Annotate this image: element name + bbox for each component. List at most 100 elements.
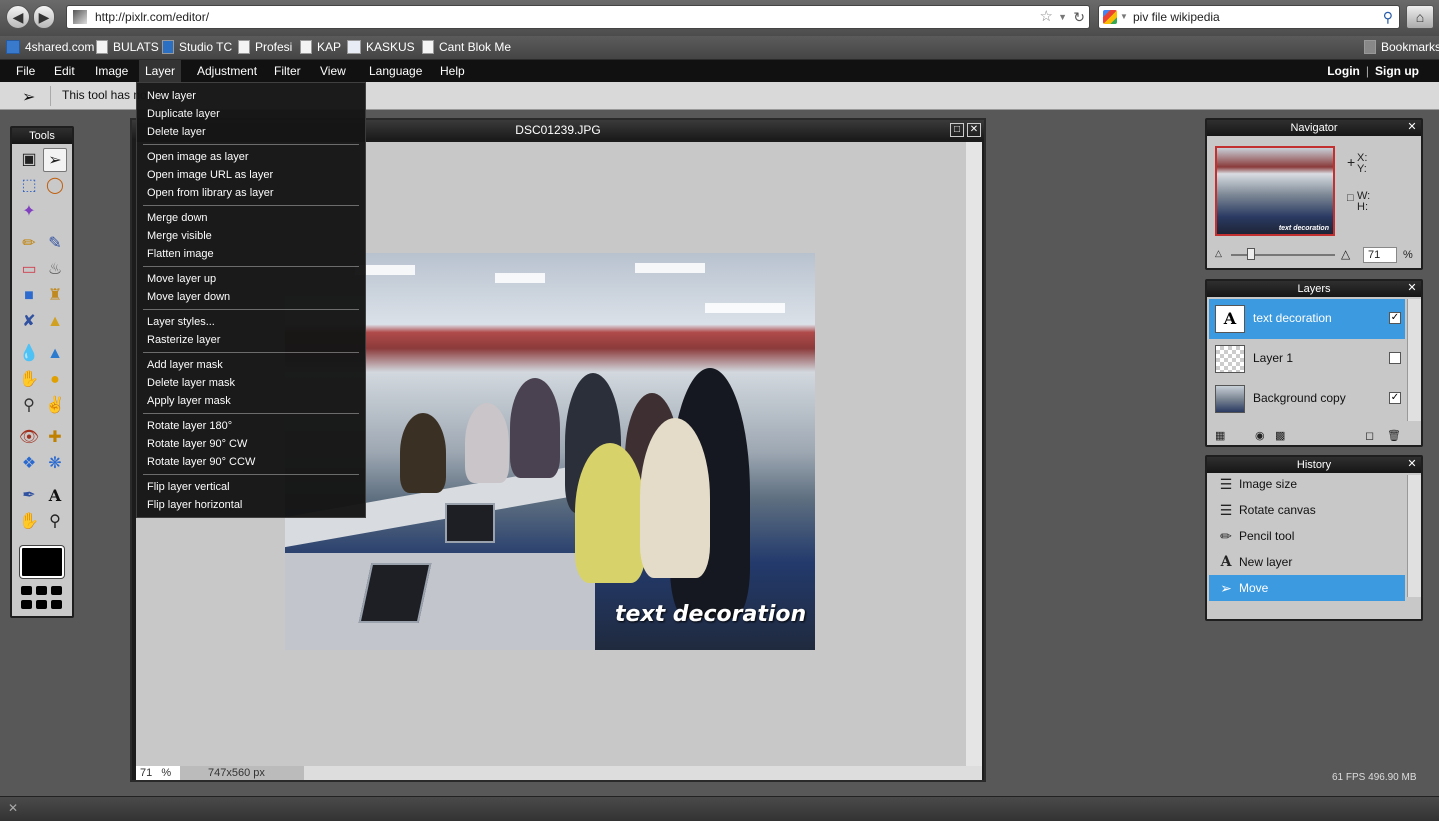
magic-wand-tool-icon[interactable]: ✦ xyxy=(17,200,41,224)
sponge-tool-icon[interactable]: ● xyxy=(43,368,67,392)
menu-adjustment[interactable]: Adjustment xyxy=(191,60,263,82)
history-item[interactable]: ✏ Pencil tool xyxy=(1209,523,1405,549)
menu-item-merge-down[interactable]: Merge down xyxy=(147,209,208,227)
home-button[interactable]: ⌂ xyxy=(1406,5,1434,29)
menu-item-open-image-as-layer[interactable]: Open image as layer xyxy=(147,148,249,166)
google-search-engine-icon[interactable] xyxy=(1103,10,1117,24)
menu-language[interactable]: Language xyxy=(363,60,428,82)
bookmarks-menu[interactable]: Bookmarks xyxy=(1364,40,1439,54)
menu-item-apply-layer-mask[interactable]: Apply layer mask xyxy=(147,392,231,410)
clone-stamp-tool-icon[interactable]: ♜ xyxy=(43,284,67,308)
menu-item-merge-visible[interactable]: Merge visible xyxy=(147,227,212,245)
close-icon[interactable]: ✕ xyxy=(8,801,18,815)
history-scrollbar[interactable] xyxy=(1407,475,1421,597)
reload-icon[interactable]: ↻ xyxy=(1073,6,1085,28)
paint-bucket-tool-icon[interactable]: ♨ xyxy=(43,258,67,282)
menu-file[interactable]: File xyxy=(10,60,41,82)
burn-tool-icon[interactable]: ✌ xyxy=(43,394,67,418)
menu-help[interactable]: Help xyxy=(434,60,471,82)
menu-item-rasterize-layer[interactable]: Rasterize layer xyxy=(147,331,220,349)
grid-dot[interactable] xyxy=(51,586,62,595)
zoom-slider-handle[interactable] xyxy=(1247,248,1255,260)
layer-style-icon[interactable]: ▩ xyxy=(1275,429,1285,442)
smudge-tool-icon[interactable]: ✋ xyxy=(17,368,41,392)
layer-mask-icon[interactable]: ◉ xyxy=(1255,429,1265,442)
red-eye-tool-icon[interactable]: 👁 xyxy=(17,426,41,450)
layer-visibility-checkbox[interactable] xyxy=(1389,352,1401,364)
blur-tool-icon[interactable]: 💧 xyxy=(17,342,41,366)
menu-image[interactable]: Image xyxy=(89,60,134,82)
navigator-thumbnail[interactable]: text decoration xyxy=(1215,146,1335,236)
layer-row-background-copy[interactable]: Background copy ✓ xyxy=(1209,379,1405,419)
bookmark-item[interactable]: BULATS xyxy=(96,40,159,54)
chevron-down-icon[interactable]: ▼ xyxy=(1120,6,1128,28)
navigator-zoom-input[interactable]: 71 xyxy=(1363,247,1397,263)
move-tool-icon[interactable]: ➢ xyxy=(43,148,67,172)
menu-edit[interactable]: Edit xyxy=(48,60,81,82)
gradient-tool-icon[interactable]: ■ xyxy=(17,284,41,308)
chevron-down-icon[interactable]: ▼ xyxy=(1058,6,1067,28)
menu-layer[interactable]: Layer xyxy=(139,60,182,82)
trash-icon[interactable]: 🗑 xyxy=(1387,429,1401,442)
history-item[interactable]: A New layer xyxy=(1209,549,1405,575)
star-bookmark-icon[interactable]: ☆ xyxy=(1040,6,1053,28)
pencil-tool-icon[interactable]: ✏ xyxy=(17,232,41,256)
color-replace-tool-icon[interactable]: ✘ xyxy=(17,310,41,334)
menu-item-new-layer[interactable]: New layer xyxy=(147,87,196,105)
menu-item-duplicate-layer[interactable]: Duplicate layer xyxy=(147,105,220,123)
menu-item-add-layer-mask[interactable]: Add layer mask xyxy=(147,356,223,374)
menu-item-delete-layer-mask[interactable]: Delete layer mask xyxy=(147,374,235,392)
drawing-tool-icon[interactable]: ▲ xyxy=(43,310,67,334)
history-item-selected[interactable]: ➢ Move xyxy=(1209,575,1405,601)
menu-item-rotate-layer-90-ccw[interactable]: Rotate layer 90° CCW xyxy=(147,453,255,471)
close-icon[interactable]: ✕ xyxy=(1406,121,1418,133)
pinch-tool-icon[interactable]: ❋ xyxy=(43,452,67,476)
menu-item-layer-styles[interactable]: Layer styles... xyxy=(147,313,215,331)
bookmark-item[interactable]: Studio TC xyxy=(162,40,232,54)
sharpen-tool-icon[interactable]: ▲ xyxy=(43,342,67,366)
hand-tool-icon[interactable]: ✋ xyxy=(17,510,41,534)
menu-filter[interactable]: Filter xyxy=(268,60,307,82)
search-icon[interactable]: ⚲ xyxy=(1383,6,1393,28)
menu-item-rotate-layer-180[interactable]: Rotate layer 180° xyxy=(147,417,232,435)
menu-item-delete-layer[interactable]: Delete layer xyxy=(147,123,206,141)
lasso-tool-icon[interactable]: ◯ xyxy=(43,174,67,198)
menu-item-open-image-url-as-layer[interactable]: Open image URL as layer xyxy=(147,166,273,184)
forward-button[interactable]: ▶ xyxy=(33,5,55,29)
brush-tool-icon[interactable]: ✎ xyxy=(43,232,67,256)
login-link[interactable]: Login xyxy=(1327,64,1360,78)
marquee-tool-icon[interactable]: ⬚ xyxy=(17,174,41,198)
grid-dot[interactable] xyxy=(51,600,62,609)
close-icon[interactable]: ✕ xyxy=(1406,458,1418,470)
search-input[interactable]: ▼ piv file wikipedia ⚲ xyxy=(1098,5,1400,29)
zoom-out-icon[interactable]: △ xyxy=(1215,248,1222,259)
dodge-tool-icon[interactable]: ⚲ xyxy=(17,394,41,418)
spot-heal-tool-icon[interactable]: ✚ xyxy=(43,426,67,450)
layer-row-layer-1[interactable]: Layer 1 xyxy=(1209,339,1405,379)
history-item[interactable]: ☰ Image size xyxy=(1209,471,1405,497)
menu-item-rotate-layer-90-cw[interactable]: Rotate layer 90° CW xyxy=(147,435,247,453)
zoom-tool-icon[interactable]: ⚲ xyxy=(43,510,67,534)
layers-scrollbar[interactable] xyxy=(1407,299,1421,421)
layer-row-text-decoration[interactable]: A text decoration ✓ xyxy=(1209,299,1405,339)
back-button[interactable]: ◀ xyxy=(6,5,30,29)
signup-link[interactable]: Sign up xyxy=(1375,64,1419,78)
layer-visibility-checkbox[interactable]: ✓ xyxy=(1389,312,1401,324)
vertical-scrollbar[interactable] xyxy=(966,142,982,766)
history-item[interactable]: ☰ Rotate canvas xyxy=(1209,497,1405,523)
menu-item-flip-layer-vertical[interactable]: Flip layer vertical xyxy=(147,478,230,496)
color-picker-tool-icon[interactable]: ✒ xyxy=(17,484,41,508)
menu-item-move-layer-up[interactable]: Move layer up xyxy=(147,270,216,288)
bookmark-item[interactable]: Profesi xyxy=(238,40,292,54)
bloat-tool-icon[interactable]: ❖ xyxy=(17,452,41,476)
grid-dot[interactable] xyxy=(36,600,47,609)
grid-dot[interactable] xyxy=(21,600,32,609)
menu-view[interactable]: View xyxy=(314,60,352,82)
zoom-in-icon[interactable]: △ xyxy=(1341,247,1350,261)
layer-settings-icon[interactable]: ▦ xyxy=(1215,429,1225,442)
bookmark-item[interactable]: KASKUS xyxy=(347,40,415,54)
bookmark-item[interactable]: Cant Blok Me xyxy=(422,40,511,54)
bookmark-item[interactable]: KAP xyxy=(300,40,341,54)
grid-dot[interactable] xyxy=(21,586,32,595)
close-icon[interactable]: ✕ xyxy=(1406,282,1418,294)
